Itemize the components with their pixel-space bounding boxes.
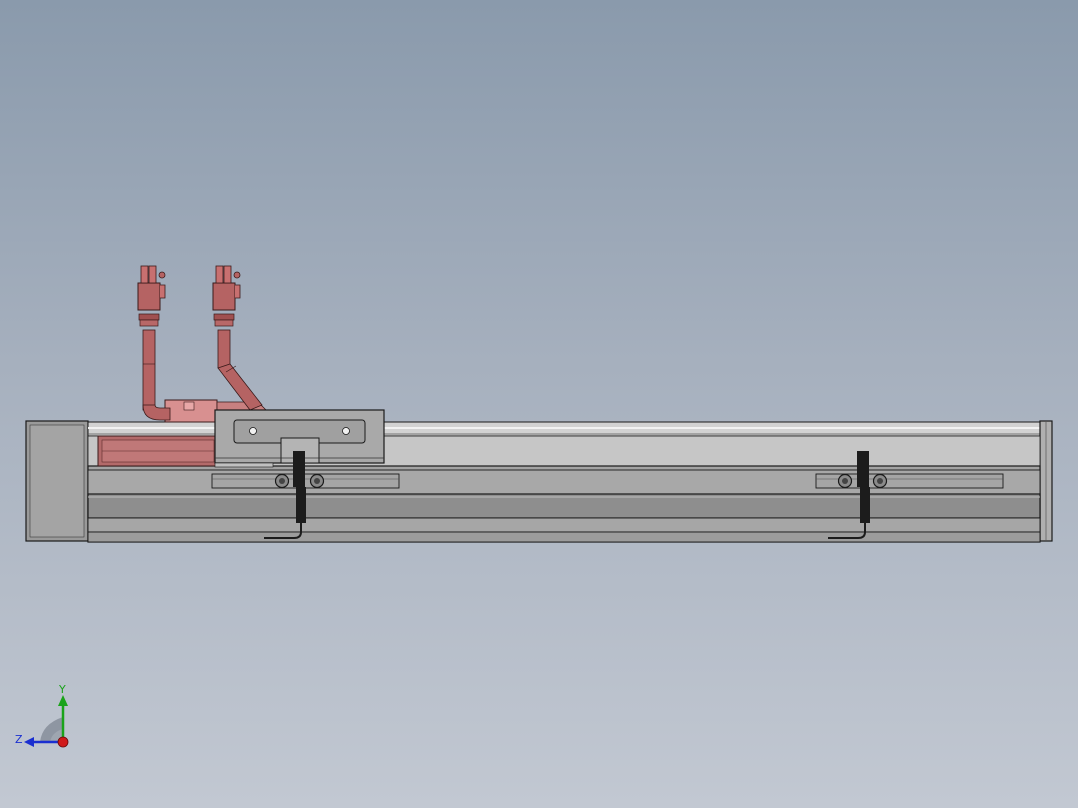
motor-plug-2[interactable] (212, 265, 241, 311)
carriage-bolt-left (249, 427, 257, 435)
x-axis-dot (57, 736, 69, 748)
sensor-rail-left[interactable] (211, 473, 400, 489)
linear-actuator-model[interactable] (0, 0, 1078, 808)
z-axis-label: Z (15, 733, 23, 746)
orientation-triad[interactable]: Y Z (10, 684, 80, 754)
carriage-bolt-right (342, 427, 350, 435)
motor-cable-2[interactable] (213, 313, 263, 411)
graphics-viewport[interactable]: Y Z (0, 0, 1078, 808)
motor-plug-1[interactable] (137, 265, 166, 311)
t-slot (87, 493, 1041, 519)
y-axis-label: Y (58, 684, 66, 696)
